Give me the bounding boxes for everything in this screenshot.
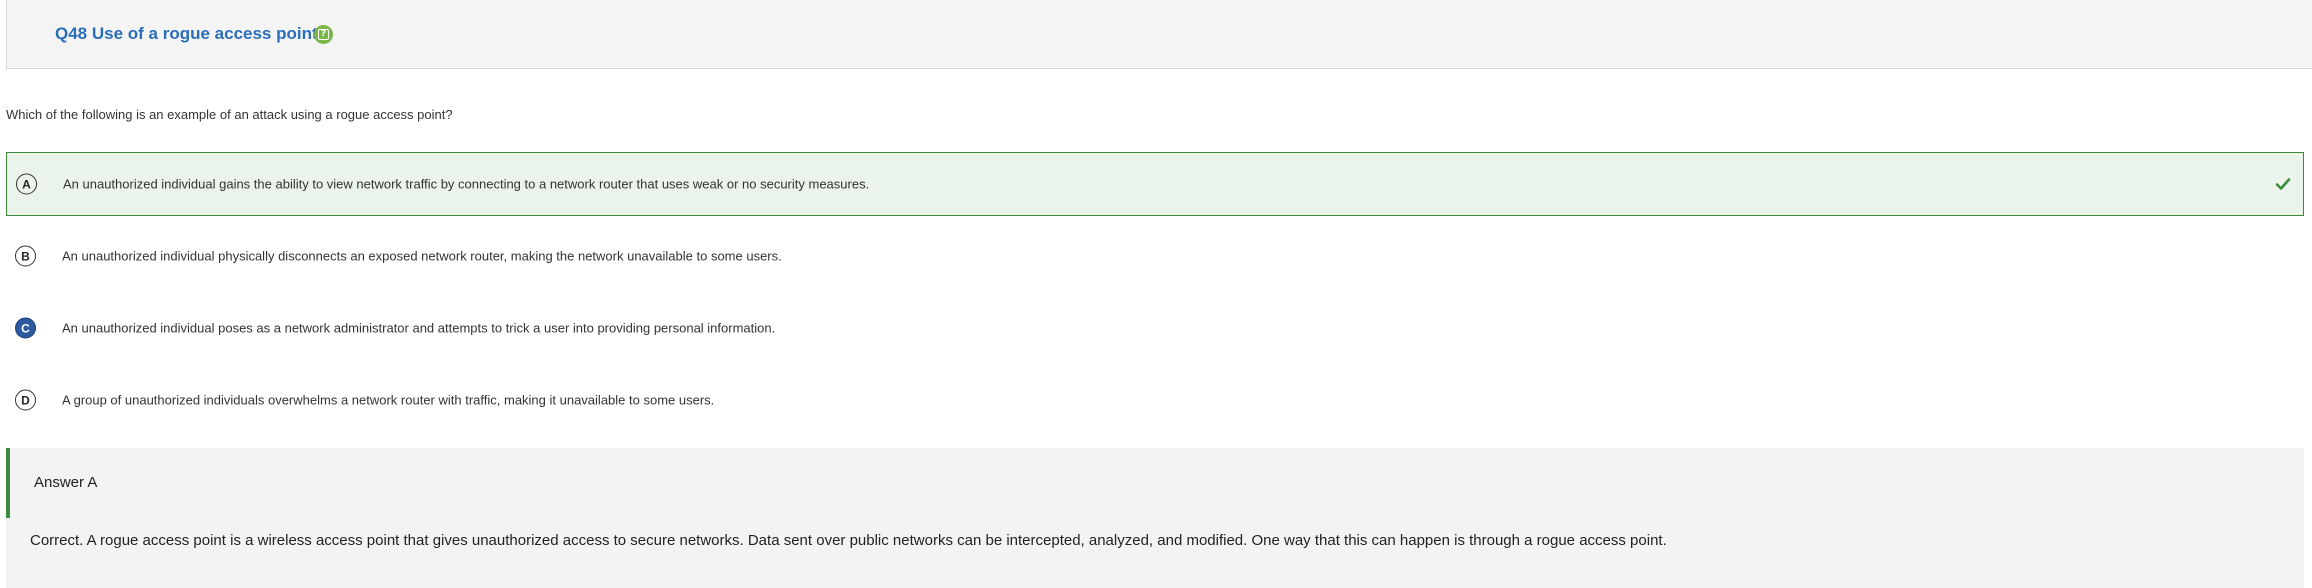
- question-title: Q48 Use of a rogue access point: [55, 24, 318, 43]
- option-text-d: A group of unauthorized individuals over…: [62, 392, 715, 408]
- option-letter-b: B: [15, 245, 36, 267]
- question-prompt: Which of the following is an example of …: [6, 107, 453, 122]
- answer-accent-bar: [6, 448, 10, 518]
- help-icon[interactable]: ?: [314, 25, 333, 44]
- option-letter-d: D: [15, 389, 36, 411]
- question-header: Q48 Use of a rogue access point ?: [6, 0, 2312, 69]
- option-c[interactable]: C An unauthorized individual poses as a …: [6, 296, 2304, 360]
- option-letter-c-selected: C: [15, 317, 36, 339]
- option-letter-a: A: [16, 173, 37, 195]
- checkmark-icon: [2275, 178, 2291, 190]
- answer-title: Answer A: [34, 474, 98, 491]
- option-d[interactable]: D A group of unauthorized individuals ov…: [6, 368, 2304, 432]
- help-icon-glyph: ?: [318, 29, 329, 40]
- quiz-page: Q48 Use of a rogue access point ? Which …: [0, 0, 2312, 588]
- option-text-c: An unauthorized individual poses as a ne…: [62, 320, 776, 336]
- answer-explanation: Correct. A rogue access point is a wirel…: [30, 532, 1667, 549]
- option-b[interactable]: B An unauthorized individual physically …: [6, 224, 2304, 288]
- option-text-a: An unauthorized individual gains the abi…: [63, 176, 870, 192]
- option-text-b: An unauthorized individual physically di…: [62, 248, 782, 264]
- option-a[interactable]: A An unauthorized individual gains the a…: [6, 152, 2304, 216]
- answer-panel: Answer A Correct. A rogue access point i…: [6, 448, 2304, 588]
